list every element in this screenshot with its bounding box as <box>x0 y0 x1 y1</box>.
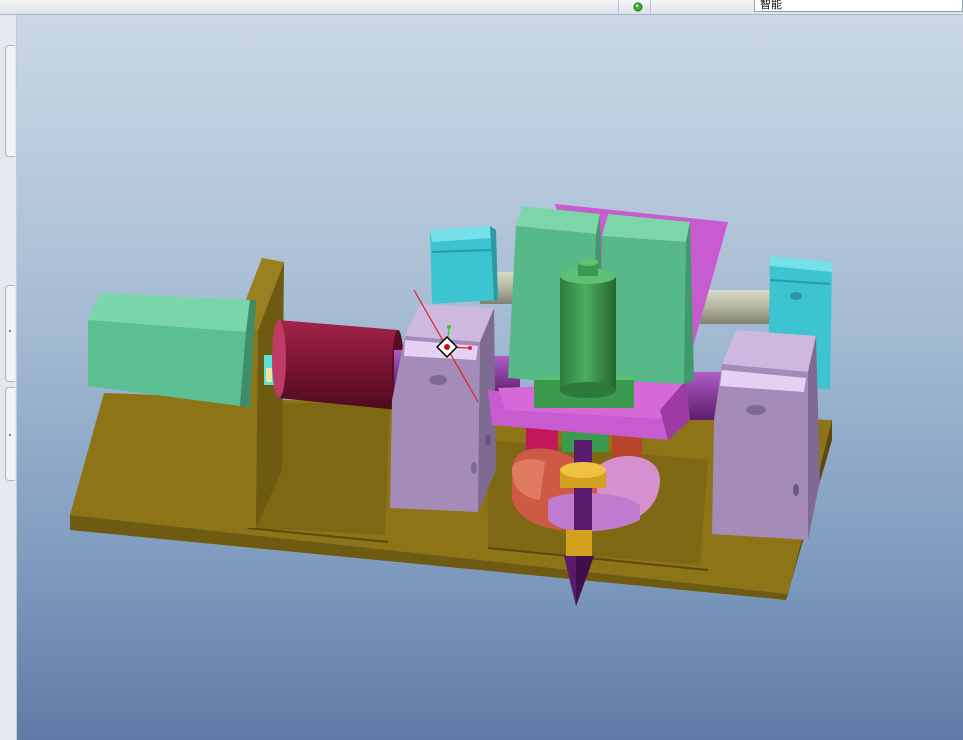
green-light-icon[interactable] <box>633 2 643 12</box>
grip-icon <box>9 434 11 436</box>
motor-body[interactable] <box>88 293 274 408</box>
panel-tab-folder[interactable] <box>5 285 15 382</box>
motor-can[interactable] <box>272 320 404 410</box>
panel-tab-model-tree[interactable] <box>5 45 15 157</box>
graphics-viewport[interactable] <box>17 15 963 740</box>
right-support-block[interactable] <box>712 330 820 540</box>
left-support-block[interactable] <box>390 304 496 512</box>
top-toolbar: 智能 <box>0 0 963 15</box>
panel-tab-favorites[interactable] <box>5 387 15 481</box>
toolbar-divider <box>618 0 619 14</box>
assembly-model[interactable] <box>17 15 963 740</box>
left-panel-strip <box>0 15 17 740</box>
grip-icon <box>9 330 11 332</box>
toolbar-divider <box>650 0 651 14</box>
selection-filter[interactable]: 智能 <box>754 0 963 12</box>
left-end-bracket[interactable] <box>430 226 498 304</box>
